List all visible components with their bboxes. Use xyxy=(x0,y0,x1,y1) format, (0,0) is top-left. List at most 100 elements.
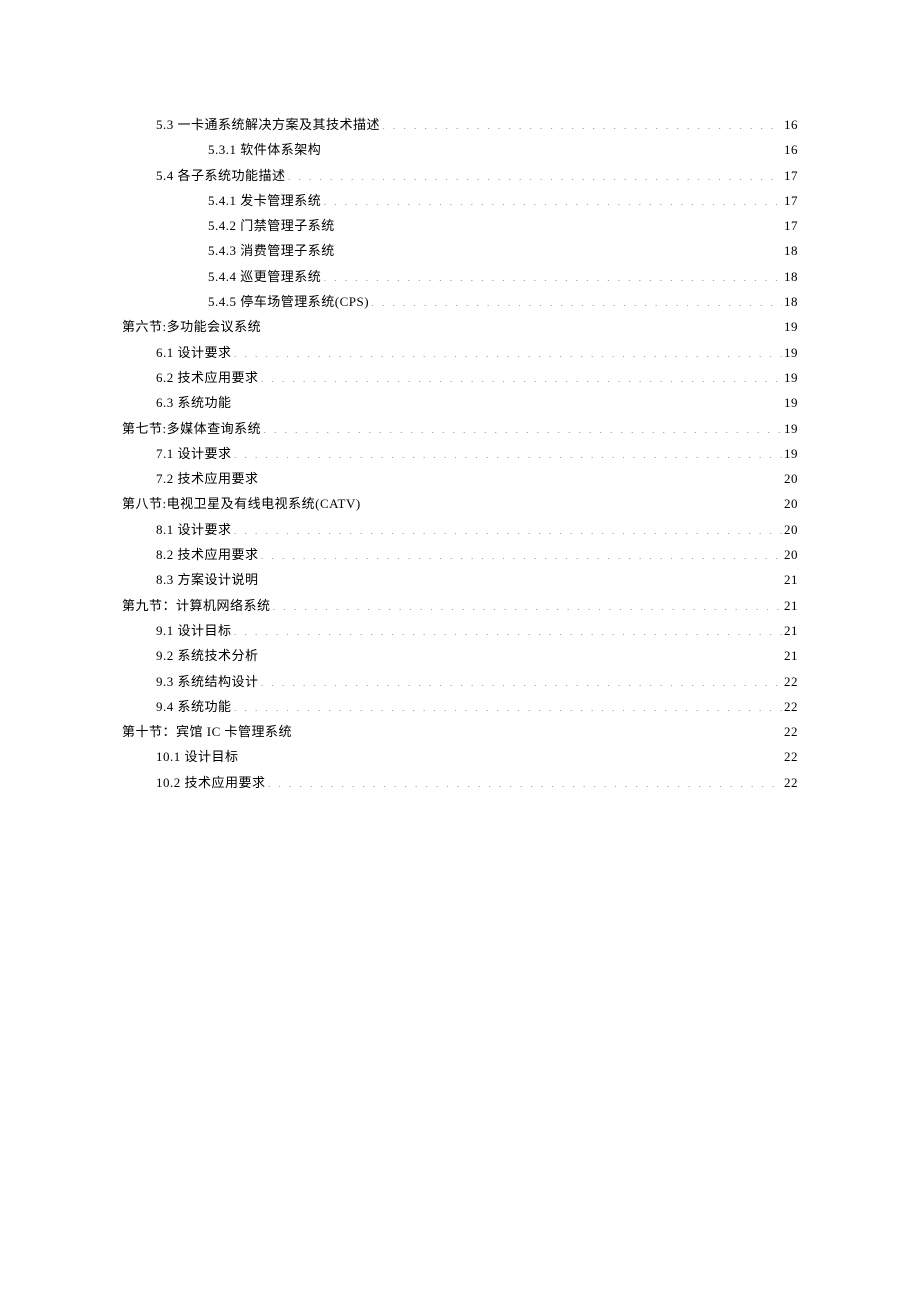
toc-page-number: 16 xyxy=(784,137,798,162)
toc-entry: 第十节：宾馆 IC 卡管理系统 22 xyxy=(122,719,798,744)
toc-title: 6.2 技术应用要求 xyxy=(156,365,259,390)
toc-page-number: 20 xyxy=(784,491,798,516)
toc-page-number: 21 xyxy=(784,593,798,618)
table-of-contents: 5.3 一卡通系统解决方案及其技术描述165.3.1 软件体系架构165.4 各… xyxy=(122,112,798,795)
toc-entry: 5.3.1 软件体系架构 16 xyxy=(122,137,798,162)
toc-title: 5.4.3 消费管理子系统 xyxy=(208,238,335,263)
toc-entry: 第六节:多功能会议系统 19 xyxy=(122,314,798,339)
toc-page-number: 18 xyxy=(784,238,798,263)
toc-entry: 8.2 技术应用要求 20 xyxy=(122,542,798,567)
toc-title: 7.2 技术应用要求 xyxy=(156,466,259,491)
toc-entry: 5.4 各子系统功能描述17 xyxy=(122,163,798,188)
toc-leader-dots xyxy=(234,619,782,635)
toc-entry: 第九节：计算机网络系统 21 xyxy=(122,593,798,618)
toc-leader-dots xyxy=(263,316,782,332)
toc-leader-dots xyxy=(261,468,782,484)
toc-leader-dots xyxy=(261,366,782,382)
toc-entry: 5.4.3 消费管理子系统 18 xyxy=(122,238,798,263)
toc-entry: 5.4.4 巡更管理系统 18 xyxy=(122,264,798,289)
toc-title: 第七节:多媒体查询系统 xyxy=(122,416,261,441)
toc-leader-dots xyxy=(382,113,782,129)
toc-page-number: 18 xyxy=(784,264,798,289)
toc-title: 6.1 设计要求 xyxy=(156,340,232,365)
toc-title: 8.2 技术应用要求 xyxy=(156,542,259,567)
toc-leader-dots xyxy=(323,189,782,205)
toc-leader-dots xyxy=(288,164,782,180)
toc-leader-dots xyxy=(268,771,782,787)
toc-page-number: 22 xyxy=(784,744,798,769)
toc-title: 第八节:电视卫星及有线电视系统(CATV) xyxy=(122,491,361,516)
toc-leader-dots xyxy=(261,543,782,559)
toc-leader-dots xyxy=(234,442,782,458)
toc-title: 5.4.2 门禁管理子系统 xyxy=(208,213,335,238)
toc-title: 5.4.4 巡更管理系统 xyxy=(208,264,321,289)
toc-entry: 5.3 一卡通系统解决方案及其技术描述 16 xyxy=(122,112,798,137)
toc-entry: 9.2 系统技术分析21 xyxy=(122,643,798,668)
toc-leader-dots xyxy=(337,240,782,256)
toc-page-number: 20 xyxy=(784,542,798,567)
toc-entry: 第七节:多媒体查询系统 19 xyxy=(122,416,798,441)
toc-entry: 9.4 系统功能 22 xyxy=(122,694,798,719)
toc-leader-dots xyxy=(294,721,782,737)
toc-title: 5.3 一卡通系统解决方案及其技术描述 xyxy=(156,112,380,137)
toc-leader-dots xyxy=(337,215,782,231)
toc-title: 10.2 技术应用要求 xyxy=(156,770,266,795)
toc-title: 9.3 系统结构设计 xyxy=(156,669,259,694)
toc-leader-dots xyxy=(234,518,782,534)
toc-title: 7.1 设计要求 xyxy=(156,441,232,466)
toc-entry: 9.3 系统结构设计 22 xyxy=(122,669,798,694)
toc-entry: 7.2 技术应用要求 20 xyxy=(122,466,798,491)
toc-entry: 6.1 设计要求 19 xyxy=(122,340,798,365)
toc-entry: 10.2 技术应用要求 22 xyxy=(122,770,798,795)
toc-page-number: 22 xyxy=(784,669,798,694)
toc-entry: 5.4.2 门禁管理子系统 17 xyxy=(122,213,798,238)
toc-entry: 6.3 系统功能19 xyxy=(122,390,798,415)
toc-entry: 5.4.5 停车场管理系统(CPS)18 xyxy=(122,289,798,314)
toc-title: 9.4 系统功能 xyxy=(156,694,232,719)
toc-leader-dots xyxy=(263,417,782,433)
toc-page-number: 21 xyxy=(784,618,798,643)
toc-title: 10.1 设计目标 xyxy=(156,744,239,769)
toc-page-number: 19 xyxy=(784,365,798,390)
toc-leader-dots xyxy=(261,670,782,686)
toc-entry: 6.2 技术应用要求 19 xyxy=(122,365,798,390)
toc-page-number: 21 xyxy=(784,567,798,592)
toc-page-number: 22 xyxy=(784,694,798,719)
toc-leader-dots xyxy=(261,645,782,661)
toc-title: 5.4 各子系统功能描述 xyxy=(156,163,286,188)
toc-leader-dots xyxy=(234,392,782,408)
toc-entry: 10.1 设计目标 22 xyxy=(122,744,798,769)
toc-title: 5.3.1 软件体系架构 xyxy=(208,137,321,162)
toc-leader-dots xyxy=(241,746,782,762)
toc-page-number: 17 xyxy=(784,213,798,238)
toc-page-number: 16 xyxy=(784,112,798,137)
toc-leader-dots xyxy=(273,594,782,610)
toc-page-number: 19 xyxy=(784,441,798,466)
toc-leader-dots xyxy=(323,139,782,155)
toc-title: 6.3 系统功能 xyxy=(156,390,232,415)
toc-title: 9.1 设计目标 xyxy=(156,618,232,643)
toc-entry: 第八节:电视卫星及有线电视系统(CATV) 20 xyxy=(122,491,798,516)
toc-entry: 7.1 设计要求 19 xyxy=(122,441,798,466)
toc-entry: 5.4.1 发卡管理系统17 xyxy=(122,188,798,213)
toc-page-number: 19 xyxy=(784,314,798,339)
toc-entry: 8.3 方案设计说明 21 xyxy=(122,567,798,592)
toc-page-number: 18 xyxy=(784,289,798,314)
toc-page-number: 19 xyxy=(784,340,798,365)
toc-title: 5.4.1 发卡管理系统 xyxy=(208,188,321,213)
toc-leader-dots xyxy=(323,265,782,281)
toc-page-number: 22 xyxy=(784,770,798,795)
toc-entry: 8.1 设计要求20 xyxy=(122,517,798,542)
toc-title: 第六节:多功能会议系统 xyxy=(122,314,261,339)
toc-page-number: 21 xyxy=(784,643,798,668)
toc-title: 8.3 方案设计说明 xyxy=(156,567,259,592)
toc-leader-dots xyxy=(371,290,782,306)
toc-page-number: 19 xyxy=(784,416,798,441)
toc-title: 第十节：宾馆 IC 卡管理系统 xyxy=(122,719,292,744)
toc-page-number: 22 xyxy=(784,719,798,744)
toc-title: 第九节：计算机网络系统 xyxy=(122,593,271,618)
toc-page-number: 20 xyxy=(784,466,798,491)
toc-page-number: 20 xyxy=(784,517,798,542)
toc-leader-dots xyxy=(234,341,782,357)
toc-leader-dots xyxy=(363,493,782,509)
